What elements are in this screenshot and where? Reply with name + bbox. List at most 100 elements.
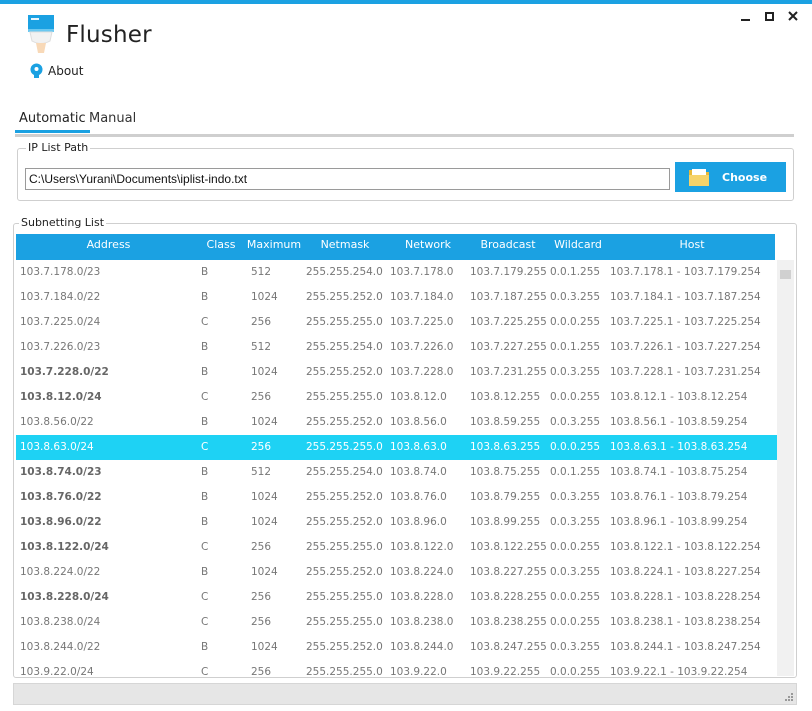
cell-maximum: 1024: [251, 491, 278, 503]
cell-network: 103.8.12.0: [390, 391, 447, 403]
cell-netmask: 255.255.255.0: [306, 541, 383, 553]
window-top-accent: [0, 0, 812, 4]
resize-grip-icon[interactable]: [783, 691, 793, 701]
cell-netmask: 255.255.252.0: [306, 416, 383, 428]
scrollbar-thumb[interactable]: [780, 270, 791, 279]
cell-host: 103.8.96.1 - 103.8.99.254: [610, 516, 748, 528]
ip-list-path-group: IP List Path Choose: [17, 141, 794, 201]
column-header-wildcard[interactable]: Wildcard: [550, 238, 606, 251]
about-icon: [30, 63, 43, 78]
choose-button[interactable]: Choose: [675, 162, 786, 192]
cell-netmask: 255.255.255.0: [306, 316, 383, 328]
subnetting-list-label: Subnetting List: [19, 216, 107, 229]
column-header-class[interactable]: Class: [201, 238, 241, 251]
cell-class: B: [201, 466, 209, 478]
cell-host: 103.8.238.1 - 103.8.238.254: [610, 616, 761, 628]
cell-netmask: 255.255.254.0: [306, 266, 383, 278]
table-row[interactable]: 103.7.226.0/23 B 512 255.255.254.0 103.7.226…: [16, 335, 777, 360]
cell-class: B: [201, 491, 209, 503]
table-row[interactable]: 103.7.225.0/24 C 256 255.255.255.0 103.7.225…: [16, 310, 777, 335]
cell-class: C: [201, 391, 209, 403]
table-row[interactable]: 103.7.184.0/22 B 1024 255.255.252.0 103.7.18…: [16, 285, 777, 310]
about-label: About: [48, 63, 84, 78]
cell-address: 103.8.228.0/24: [20, 591, 109, 603]
cell-broadcast: 103.8.12.255: [470, 391, 541, 403]
subnetting-list-group: Subnetting List Address Class Maximum Ne…: [13, 216, 797, 678]
app-title: Flusher: [66, 22, 152, 48]
cell-netmask: 255.255.255.0: [306, 441, 383, 453]
cell-network: 103.9.22.0: [390, 666, 447, 676]
column-header-broadcast[interactable]: Broadcast: [470, 238, 546, 251]
cell-address: 103.7.226.0/23: [20, 341, 101, 353]
table-row[interactable]: 103.8.56.0/22 B 1024 255.255.252.0 103.8.56.…: [16, 410, 777, 435]
cell-host: 103.7.228.1 - 103.7.231.254: [610, 366, 761, 378]
cell-network: 103.8.96.0: [390, 516, 447, 528]
cell-broadcast: 103.8.79.255: [470, 491, 541, 503]
table-row[interactable]: 103.7.228.0/22 B 1024 255.255.252.0 103.7.22…: [16, 360, 777, 385]
app-logo-icon: [28, 15, 54, 53]
status-bar: [13, 683, 797, 705]
column-header-network[interactable]: Network: [390, 238, 466, 251]
cell-broadcast: 103.8.75.255: [470, 466, 541, 478]
table-row[interactable]: 103.9.22.0/24 C 256 255.255.255.0 103.9.22.0…: [16, 660, 777, 676]
cell-network: 103.8.238.0: [390, 616, 454, 628]
cell-maximum: 256: [251, 666, 272, 676]
cell-host: 103.7.225.1 - 103.7.225.254: [610, 316, 761, 328]
tab-manual[interactable]: Manual: [85, 111, 140, 130]
cell-host: 103.7.226.1 - 103.7.227.254: [610, 341, 761, 353]
table-row[interactable]: 103.8.76.0/22 B 1024 255.255.252.0 103.8.76.…: [16, 485, 777, 510]
minimize-button[interactable]: [734, 8, 756, 24]
cell-netmask: 255.255.254.0: [306, 466, 383, 478]
column-header-host[interactable]: Host: [610, 238, 774, 251]
vertical-scrollbar[interactable]: [777, 260, 794, 676]
cell-class: B: [201, 566, 209, 578]
table-row[interactable]: 103.8.122.0/24 C 256 255.255.255.0 103.8.122…: [16, 535, 777, 560]
cell-wildcard: 0.0.3.255: [550, 291, 601, 303]
cell-netmask: 255.255.255.0: [306, 591, 383, 603]
ip-list-path-label: IP List Path: [26, 141, 91, 154]
cell-wildcard: 0.0.3.255: [550, 641, 601, 653]
cell-maximum: 1024: [251, 291, 278, 303]
cell-host: 103.8.244.1 - 103.8.247.254: [610, 641, 761, 653]
cell-class: B: [201, 416, 209, 428]
cell-address: 103.8.12.0/24: [20, 391, 102, 403]
cell-wildcard: 0.0.3.255: [550, 366, 601, 378]
table-row[interactable]: 103.8.12.0/24 C 256 255.255.255.0 103.8.12.0…: [16, 385, 777, 410]
cell-address: 103.7.228.0/22: [20, 366, 109, 378]
cell-class: B: [201, 366, 209, 378]
table-row[interactable]: 103.8.74.0/23 B 512 255.255.254.0 103.8.74.0…: [16, 460, 777, 485]
table-row[interactable]: 103.8.96.0/22 B 1024 255.255.252.0 103.8.96.…: [16, 510, 777, 535]
cell-address: 103.8.224.0/22: [20, 566, 101, 578]
cell-broadcast: 103.9.22.255: [470, 666, 541, 676]
cell-network: 103.7.225.0: [390, 316, 454, 328]
close-icon: [788, 11, 798, 21]
column-header-address[interactable]: Address: [16, 238, 201, 251]
maximize-button[interactable]: [758, 8, 780, 24]
cell-address: 103.7.178.0/23: [20, 266, 101, 278]
cell-network: 103.8.56.0: [390, 416, 447, 428]
cell-address: 103.8.74.0/23: [20, 466, 102, 478]
table-row[interactable]: 103.7.178.0/23 B 512 255.255.254.0 103.7.178…: [16, 260, 777, 285]
cell-wildcard: 0.0.0.255: [550, 316, 601, 328]
table-row[interactable]: 103.8.228.0/24 C 256 255.255.255.0 103.8.228…: [16, 585, 777, 610]
cell-wildcard: 0.0.0.255: [550, 541, 601, 553]
tab-automatic[interactable]: Automatic: [15, 111, 90, 133]
cell-host: 103.8.122.1 - 103.8.122.254: [610, 541, 761, 553]
cell-maximum: 256: [251, 391, 272, 403]
cell-netmask: 255.255.252.0: [306, 641, 383, 653]
about-link[interactable]: About: [29, 63, 83, 78]
column-header-maximum[interactable]: Maximum: [244, 238, 304, 251]
table-row[interactable]: 103.8.244.0/22 B 1024 255.255.252.0 103.8.24…: [16, 635, 777, 660]
ip-list-path-input[interactable]: [25, 168, 670, 190]
cell-netmask: 255.255.252.0: [306, 516, 383, 528]
close-button[interactable]: [782, 8, 804, 24]
cell-host: 103.8.63.1 - 103.8.63.254: [610, 441, 748, 453]
cell-network: 103.7.178.0: [390, 266, 454, 278]
tab-underline: [15, 134, 794, 137]
table-row[interactable]: 103.8.63.0/24 C 256 255.255.255.0 103.8.63.0…: [16, 435, 777, 460]
cell-broadcast: 103.8.59.255: [470, 416, 541, 428]
table-row[interactable]: 103.8.238.0/24 C 256 255.255.255.0 103.8.238…: [16, 610, 777, 635]
cell-wildcard: 0.0.3.255: [550, 491, 601, 503]
column-header-netmask[interactable]: Netmask: [306, 238, 384, 251]
table-row[interactable]: 103.8.224.0/22 B 1024 255.255.252.0 103.8.22…: [16, 560, 777, 585]
